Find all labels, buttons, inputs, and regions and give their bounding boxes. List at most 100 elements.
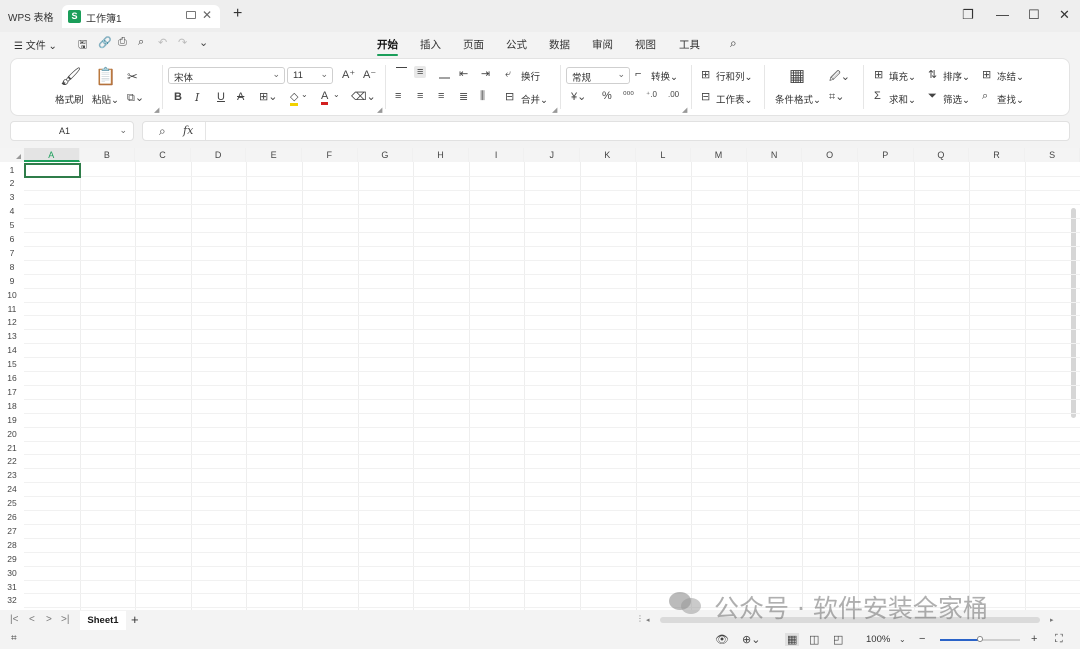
chevron-down-icon[interactable]: ⌄ (301, 90, 308, 99)
italic-icon[interactable]: I (195, 91, 199, 104)
chevron-down-icon[interactable]: ⌄ (119, 125, 127, 136)
sum-icon[interactable]: Σ (874, 90, 881, 102)
font-size-select[interactable]: 11 ⌄ (287, 67, 333, 84)
name-box[interactable]: A1 ⌄ (10, 121, 134, 141)
page-break-icon[interactable]: ◰ (833, 633, 843, 646)
column-header-n[interactable]: N (746, 148, 803, 162)
active-cell-a1[interactable] (24, 163, 81, 178)
worksheet-icon[interactable]: ⊟ (701, 90, 710, 103)
tab-home[interactable]: 开始 (377, 37, 398, 56)
close-window-button[interactable]: ✕ (1059, 7, 1070, 23)
paste-icon[interactable]: 📋 (95, 67, 116, 87)
more-chevron-icon[interactable]: ⌄ (199, 36, 208, 49)
row-header-2[interactable]: 2 (0, 176, 24, 191)
sum-button[interactable]: 求和⌄ (889, 92, 916, 106)
row-header-4[interactable]: 4 (0, 204, 24, 219)
undo-icon[interactable]: ↶ (158, 36, 167, 49)
fill-icon[interactable]: ⊞ (874, 68, 883, 81)
row-header-16[interactable]: 16 (0, 371, 24, 385)
sheet-tab-sheet1[interactable]: Sheet1 (80, 611, 126, 630)
column-header-a[interactable]: A (24, 148, 80, 162)
font-color-icon[interactable]: A (321, 90, 329, 105)
last-sheet-button[interactable]: >| (61, 614, 69, 625)
column-header-b[interactable]: B (79, 148, 136, 162)
row-header-27[interactable]: 27 (0, 523, 24, 538)
print-preview-icon[interactable]: ⌕ (138, 36, 144, 49)
align-middle-icon[interactable]: ≡ (414, 66, 427, 78)
column-header-l[interactable]: L (635, 148, 692, 162)
zoom-level[interactable]: 100% (866, 634, 890, 645)
zoom-in-button[interactable]: + (1031, 633, 1037, 645)
tab-page[interactable]: 页面 (463, 37, 484, 52)
chevron-down-icon[interactable]: ⌄ (899, 635, 906, 644)
row-header-11[interactable]: 11 (0, 301, 24, 316)
increase-decimal-icon[interactable]: ⁺.0 (646, 90, 657, 99)
file-menu[interactable]: ☰ 文件 ⌄ (14, 37, 57, 52)
column-header-g[interactable]: G (357, 148, 414, 162)
tab-insert[interactable]: 插入 (420, 37, 441, 52)
row-header-18[interactable]: 18 (0, 398, 24, 413)
table-style-icon[interactable]: ⌗⌄ (829, 90, 844, 104)
tab-view[interactable]: 视图 (635, 37, 656, 52)
restore-layout-icon[interactable]: ❐ (962, 7, 974, 23)
row-header-25[interactable]: 25 (0, 496, 24, 510)
add-sheet-button[interactable]: + (131, 612, 139, 627)
sort-button[interactable]: 排序⌄ (943, 69, 970, 83)
column-header-d[interactable]: D (190, 148, 247, 162)
page-layout-icon[interactable]: ◫ (809, 633, 819, 646)
increase-font-icon[interactable]: A⁺ (342, 68, 355, 81)
search-icon[interactable]: ⌕ (730, 36, 737, 51)
select-all-corner[interactable] (0, 148, 24, 162)
column-header-i[interactable]: I (468, 148, 525, 162)
filter-button[interactable]: 筛选⌄ (943, 92, 970, 106)
filter-icon[interactable]: ⏷ (928, 90, 937, 103)
column-header-m[interactable]: M (691, 148, 747, 162)
row-header-10[interactable]: 10 (0, 287, 24, 302)
row-header-1[interactable]: 1 (0, 162, 24, 177)
decrease-font-icon[interactable]: A⁻ (363, 68, 376, 81)
scroll-right-icon[interactable]: ▸ (1050, 616, 1054, 624)
sort-icon[interactable]: ⇅ (928, 68, 937, 81)
convert-icon[interactable]: ⌐ (635, 68, 641, 80)
row-header-5[interactable]: 5 (0, 218, 24, 232)
zoom-icon[interactable]: ⌕ (159, 124, 166, 139)
column-header-c[interactable]: C (135, 148, 191, 162)
justify-icon[interactable]: ≣ (459, 90, 468, 103)
column-header-r[interactable]: R (969, 148, 1025, 162)
row-header-20[interactable]: 20 (0, 426, 24, 441)
maximize-button[interactable]: ☐ (1028, 7, 1040, 23)
row-header-8[interactable]: 8 (0, 259, 24, 274)
row-header-15[interactable]: 15 (0, 357, 24, 371)
row-header-21[interactable]: 21 (0, 440, 24, 455)
wrap-text-icon[interactable]: ⤶ (505, 68, 511, 81)
tab-review[interactable]: 审阅 (592, 37, 613, 52)
align-center-icon[interactable]: ≡ (417, 90, 423, 102)
column-header-s[interactable]: S (1024, 148, 1080, 162)
freeze-button[interactable]: 冻结⌄ (997, 69, 1024, 83)
merge-cells-icon[interactable]: ⊟ (505, 90, 514, 103)
redo-icon[interactable]: ↷ (178, 36, 187, 49)
scroll-left-icon[interactable]: ◂ (646, 616, 650, 624)
scroll-tabs-icon[interactable]: ⋮ (636, 614, 644, 623)
column-header-q[interactable]: Q (913, 148, 970, 162)
spreadsheet-grid[interactable]: A B C D E F G H I J K L M N O P Q R S 1 2 3 4 5 6 7 8 9 10 11 12 13 14 15… (0, 148, 1080, 610)
row-header-19[interactable]: 19 (0, 412, 24, 427)
row-header-6[interactable]: 6 (0, 232, 24, 246)
find-button[interactable]: 查找⌄ (997, 92, 1024, 106)
row-header-26[interactable]: 26 (0, 510, 24, 524)
worksheet-button[interactable]: 工作表⌄ (716, 92, 752, 106)
align-bottom-icon[interactable]: ⎽ (439, 67, 450, 80)
number-format-select[interactable]: 常规 ⌄ (566, 67, 630, 84)
format-painter-button[interactable]: 格式刷 (55, 92, 84, 106)
paste-button[interactable]: 粘贴⌄ (92, 92, 119, 106)
row-header-32[interactable]: 32 (0, 593, 24, 608)
freeze-icon[interactable]: ⊞ (982, 68, 991, 81)
percent-icon[interactable]: % (602, 90, 612, 102)
format-painter-icon[interactable]: 🖌 (60, 67, 82, 87)
formula-input[interactable] (205, 122, 1069, 140)
conditional-format-button[interactable]: 条件格式⌄ (775, 92, 821, 106)
currency-icon[interactable]: ¥⌄ (571, 90, 586, 103)
new-tab-button[interactable]: + (233, 5, 242, 23)
clipboard-expand-icon[interactable]: ◢ (154, 106, 159, 114)
row-header-23[interactable]: 23 (0, 468, 24, 483)
